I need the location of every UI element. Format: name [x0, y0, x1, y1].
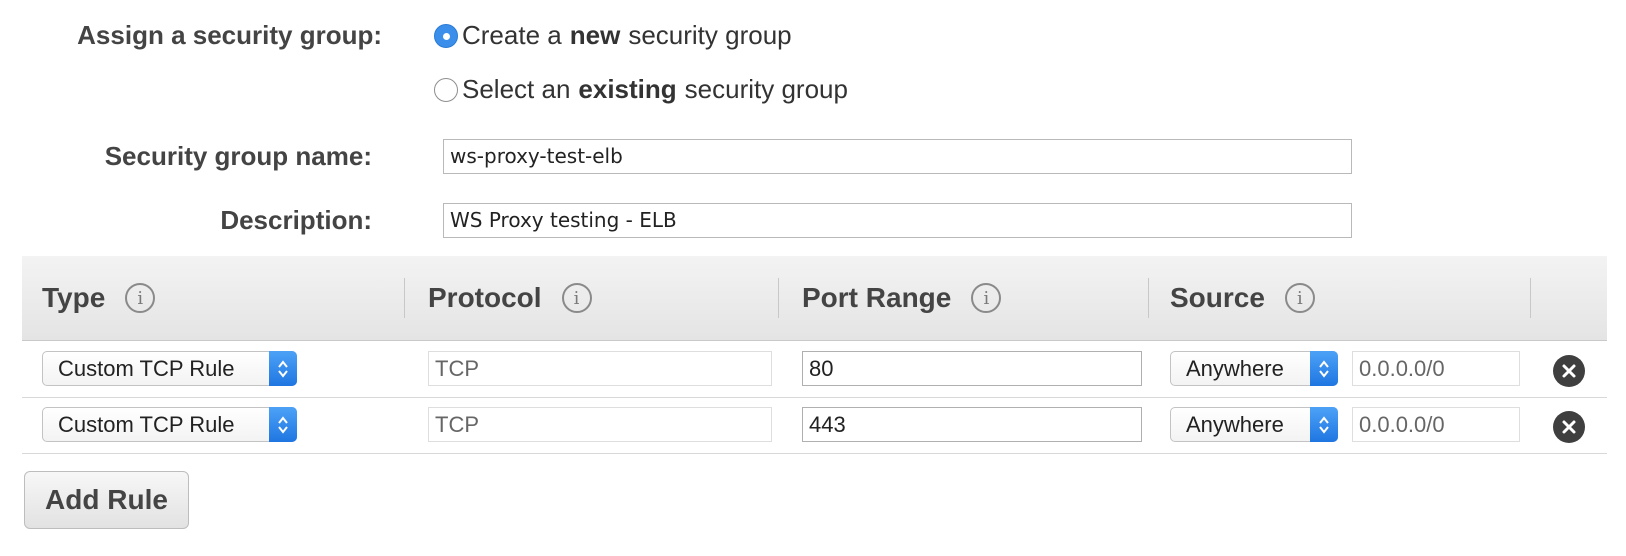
select-arrows-icon[interactable] — [1310, 407, 1338, 442]
header-divider — [1530, 278, 1531, 318]
header-source-label: Source — [1170, 282, 1265, 313]
type-select-value: Custom TCP Rule — [58, 412, 235, 437]
info-icon[interactable]: i — [971, 283, 1002, 313]
type-select-value: Custom TCP Rule — [58, 356, 235, 381]
header-type-label: Type — [42, 282, 106, 313]
cidr-input[interactable]: 0.0.0.0/0 — [1352, 351, 1520, 386]
select-arrows-icon[interactable] — [269, 407, 297, 442]
radio-create-new-bold: new — [569, 20, 621, 50]
description-label: Description: — [220, 205, 372, 235]
security-group-name-label: Security group name: — [104, 141, 372, 171]
radio-create-new-post: security group — [628, 20, 792, 50]
header-divider — [404, 278, 405, 318]
header-port-range: Port Range i — [802, 256, 1002, 340]
radio-unselected-icon[interactable] — [434, 77, 458, 102]
radio-create-new-group[interactable]: Create a new security group — [434, 20, 792, 51]
table-row: Custom TCP Rule TCP 443 Anywhere 0.0.0.0… — [22, 397, 1607, 454]
radio-select-existing-bold: existing — [578, 74, 677, 104]
radio-select-existing-group[interactable]: Select an existing security group — [434, 74, 848, 105]
header-divider — [778, 278, 779, 318]
source-select-value: Anywhere — [1186, 412, 1284, 437]
protocol-field: TCP — [428, 407, 772, 442]
delete-rule-icon[interactable] — [1553, 355, 1585, 387]
source-select[interactable]: Anywhere — [1170, 407, 1338, 442]
radio-create-new-pre: Create a — [462, 20, 562, 50]
header-port-range-label: Port Range — [802, 282, 952, 313]
info-icon[interactable]: i — [1284, 283, 1315, 313]
header-type: Type i — [42, 256, 156, 340]
security-group-name-input[interactable]: ws-proxy-test-elb — [443, 139, 1352, 174]
radio-select-existing-pre: Select an — [462, 74, 571, 104]
add-rule-button[interactable]: Add Rule — [24, 471, 189, 529]
source-select[interactable]: Anywhere — [1170, 351, 1338, 386]
header-protocol-label: Protocol — [428, 282, 542, 313]
header-source: Source i — [1170, 256, 1315, 340]
rules-table-header: Type i Protocol i Port Range i Source i — [22, 256, 1607, 341]
description-input[interactable]: WS Proxy testing - ELB — [443, 203, 1352, 238]
cidr-input[interactable]: 0.0.0.0/0 — [1352, 407, 1520, 442]
radio-selected-icon[interactable] — [434, 23, 458, 48]
source-select-value: Anywhere — [1186, 356, 1284, 381]
header-protocol: Protocol i — [428, 256, 592, 340]
delete-rule-icon[interactable] — [1553, 411, 1585, 443]
select-arrows-icon[interactable] — [269, 351, 297, 386]
port-range-input[interactable]: 443 — [802, 407, 1142, 442]
select-arrows-icon[interactable] — [1310, 351, 1338, 386]
type-select[interactable]: Custom TCP Rule — [42, 407, 297, 442]
header-divider — [1148, 278, 1149, 318]
assign-security-group-label: Assign a security group: — [77, 20, 382, 50]
type-select[interactable]: Custom TCP Rule — [42, 351, 297, 386]
info-icon[interactable]: i — [125, 283, 156, 313]
table-row: Custom TCP Rule TCP 80 Anywhere 0.0.0.0/… — [22, 341, 1607, 398]
protocol-field: TCP — [428, 351, 772, 386]
port-range-input[interactable]: 80 — [802, 351, 1142, 386]
radio-select-existing-post: security group — [684, 74, 848, 104]
info-icon[interactable]: i — [561, 283, 592, 313]
